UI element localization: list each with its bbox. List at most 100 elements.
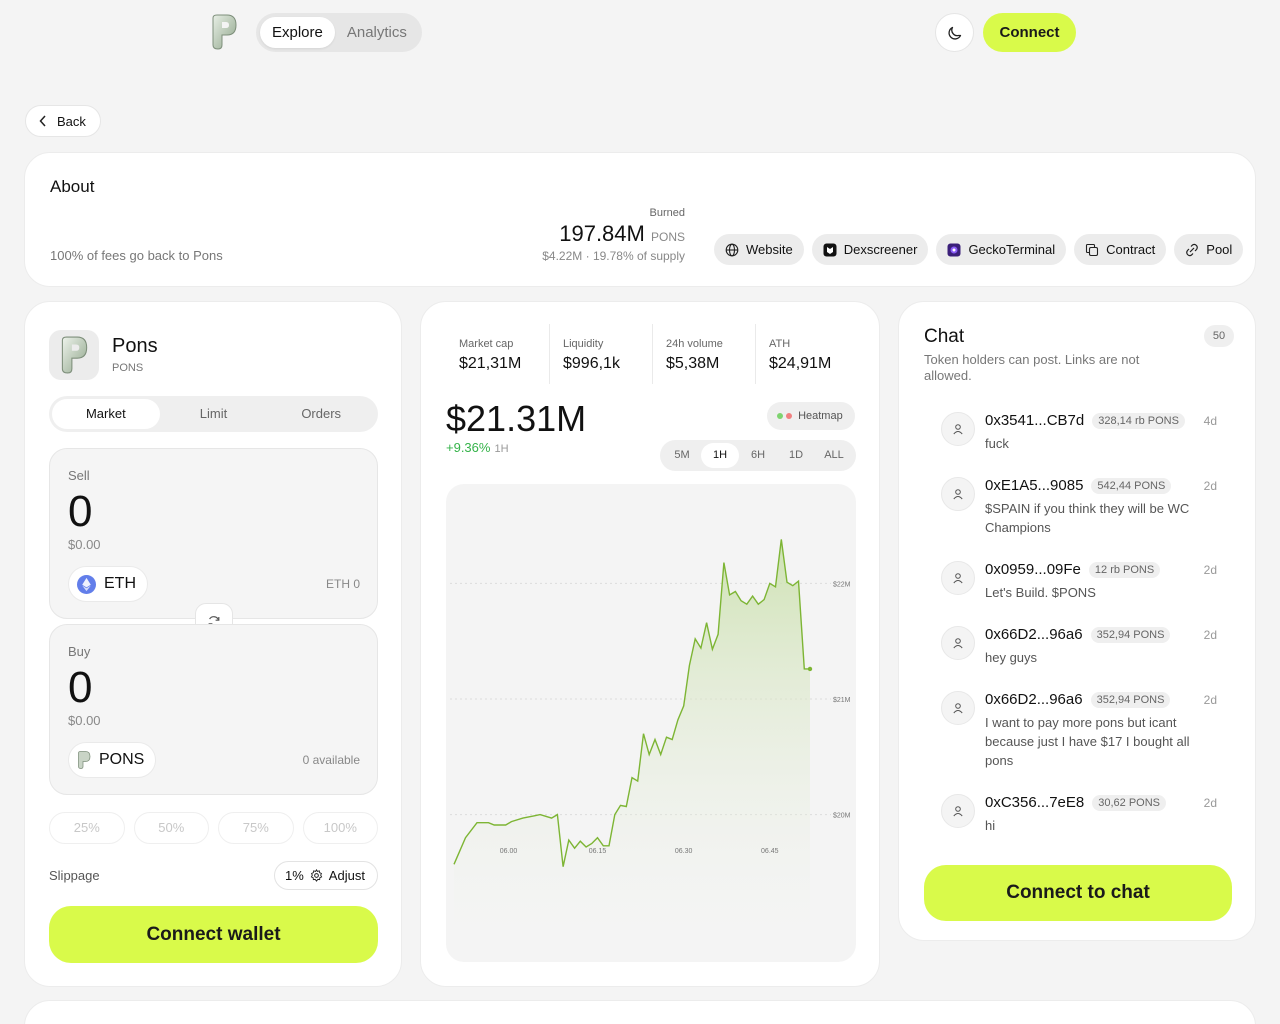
message-author[interactable]: 0x3541...CB7d: [985, 412, 1084, 429]
message-balance: 328,14 rb PONS: [1092, 412, 1185, 429]
pons-logo[interactable]: [210, 14, 238, 50]
pct-100-button[interactable]: 100%: [302, 812, 378, 844]
avatar: [941, 412, 975, 446]
buy-balance: 0 available: [302, 753, 360, 767]
price-end-point: [807, 666, 813, 672]
heatmap-toggle[interactable]: Heatmap: [767, 402, 855, 430]
chat-messages: 0x3541...CB7d 328,14 rb PONS fuck 4d 0xE1A…: [941, 412, 1217, 835]
range-1d[interactable]: 1D: [777, 443, 815, 468]
message-balance: 12 rb PONS: [1088, 561, 1161, 578]
stat-market-cap: Market cap $21,31M: [446, 324, 549, 384]
buy-token-select[interactable]: PONS: [68, 742, 157, 778]
x-tick-label: 06.15: [589, 848, 607, 855]
buy-label: Buy: [68, 644, 91, 659]
sell-amount-input[interactable]: 0: [68, 487, 92, 537]
message-balance: 352,94 PONS: [1090, 691, 1171, 708]
dexscreener-link[interactable]: Dexscreener: [811, 234, 929, 265]
theme-toggle-button[interactable]: [935, 13, 974, 52]
user-icon: [953, 703, 963, 714]
avatar: [941, 794, 975, 828]
back-button[interactable]: Back: [25, 105, 101, 137]
tab-analytics[interactable]: Analytics: [335, 17, 419, 48]
chat-message: 0x0959...09Fe 12 rb PONS Let's Build. $PON…: [941, 561, 1217, 602]
sell-token-label: ETH: [104, 575, 136, 592]
message-time: 2d: [1203, 563, 1217, 577]
burned-unit: PONS: [650, 230, 685, 244]
chat-message: 0xE1A5...9085 542,44 PONS $SPAIN if you th…: [941, 477, 1217, 537]
heatmap-dots-icon: [777, 410, 793, 422]
message-text: hi: [985, 818, 996, 833]
message-time: 2d: [1203, 479, 1217, 493]
message-balance: 352,94 PONS: [1090, 626, 1171, 643]
adjust-label: Adjust: [328, 868, 365, 883]
chat-message: 0x3541...CB7d 328,14 rb PONS fuck 4d: [941, 412, 1217, 453]
tab-explore[interactable]: Explore: [260, 17, 335, 48]
globe-icon: [725, 243, 739, 256]
buy-amount-input[interactable]: 0: [68, 663, 92, 713]
avatar: [941, 691, 975, 725]
sell-label: Sell: [68, 468, 90, 483]
pct-75-button[interactable]: 75%: [218, 812, 294, 844]
price-chart[interactable]: $22M $21M $20M 06.00 06.15 06.30 06.45: [446, 484, 856, 962]
chat-message: 0xC356...7eE8 30,62 PONS hi 2d: [941, 794, 1217, 835]
pool-label: Pool: [1206, 242, 1233, 257]
buy-usd-value: $0.00: [68, 713, 101, 728]
range-5m[interactable]: 5M: [663, 443, 701, 468]
about-title: About: [50, 177, 95, 196]
message-author[interactable]: 0x66D2...96a6: [985, 691, 1083, 708]
moon-icon: [948, 26, 961, 39]
stat-ath: ATH $24,91M: [755, 324, 858, 384]
stat-value: $996,1k: [563, 355, 620, 372]
geckoterminal-icon: [947, 243, 961, 256]
tab-market[interactable]: Market: [52, 399, 160, 429]
website-link[interactable]: Website: [714, 234, 804, 265]
heatmap-label: Heatmap: [798, 410, 843, 422]
message-balance: 542,44 PONS: [1091, 477, 1172, 494]
geckoterminal-label: GeckoTerminal: [968, 242, 1056, 257]
chat-card: Chat 50 Token holders can post. Links ar…: [898, 301, 1256, 941]
message-text: Let's Build. $PONS: [985, 585, 1096, 600]
message-text: $SPAIN if you think they will be WC Cham…: [985, 501, 1190, 535]
connect-button[interactable]: Connect: [983, 13, 1076, 52]
price-chart-svg: $22M $21M $20M 06.00 06.15 06.30 06.45: [450, 539, 851, 962]
pct-25-button[interactable]: 25%: [49, 812, 125, 844]
link-icon: [1186, 243, 1199, 256]
buy-box: Buy 0 $0.00 PONS 0 available: [49, 624, 378, 795]
range-6h[interactable]: 6H: [739, 443, 777, 468]
y-tick-label: $22M: [833, 581, 851, 588]
pct-50-button[interactable]: 50%: [133, 812, 209, 844]
x-tick-label: 06.00: [500, 848, 518, 855]
burned-label: Burned: [649, 207, 685, 219]
token-name: Pons: [112, 335, 158, 357]
chat-message: 0x66D2...96a6 352,94 PONS hey guys 2d: [941, 626, 1217, 667]
range-all[interactable]: ALL: [815, 443, 853, 468]
token-logo: [49, 330, 99, 380]
message-author[interactable]: 0xE1A5...9085: [985, 477, 1083, 494]
connect-wallet-button[interactable]: Connect wallet: [49, 906, 378, 963]
message-author[interactable]: 0x66D2...96a6: [985, 626, 1083, 643]
pool-link[interactable]: Pool: [1174, 234, 1244, 265]
external-links: Website Dexscreener GeckoTerminal Contra…: [714, 234, 1244, 265]
sell-box: Sell 0 $0.00 ETH ETH 0: [49, 448, 378, 619]
message-author[interactable]: 0xC356...7eE8: [985, 794, 1084, 811]
message-author[interactable]: 0x0959...09Fe: [985, 561, 1081, 578]
eth-icon: [77, 574, 96, 594]
swap-card: Pons PONS Market Limit Orders Sell 0 $0.…: [24, 301, 402, 987]
back-label: Back: [57, 113, 86, 129]
dexscreener-icon: [823, 243, 837, 256]
stat-liquidity: Liquidity $996,1k: [549, 324, 652, 384]
tab-orders[interactable]: Orders: [267, 399, 375, 429]
geckoterminal-link[interactable]: GeckoTerminal: [936, 234, 1067, 265]
sell-token-select[interactable]: ETH: [68, 566, 148, 602]
range-1h[interactable]: 1H: [701, 443, 739, 468]
tab-limit[interactable]: Limit: [160, 399, 268, 429]
avatar: [941, 626, 975, 660]
contract-link[interactable]: Contract: [1074, 234, 1167, 265]
slippage-adjust-button[interactable]: 1% Adjust: [274, 861, 378, 890]
stat-label: Market cap: [459, 338, 514, 350]
price-change-value: +9.36%: [446, 440, 491, 455]
slippage-value: 1%: [285, 868, 304, 883]
stat-label: 24h volume: [666, 338, 723, 350]
avatar: [941, 477, 975, 511]
connect-to-chat-button[interactable]: Connect to chat: [924, 865, 1232, 921]
